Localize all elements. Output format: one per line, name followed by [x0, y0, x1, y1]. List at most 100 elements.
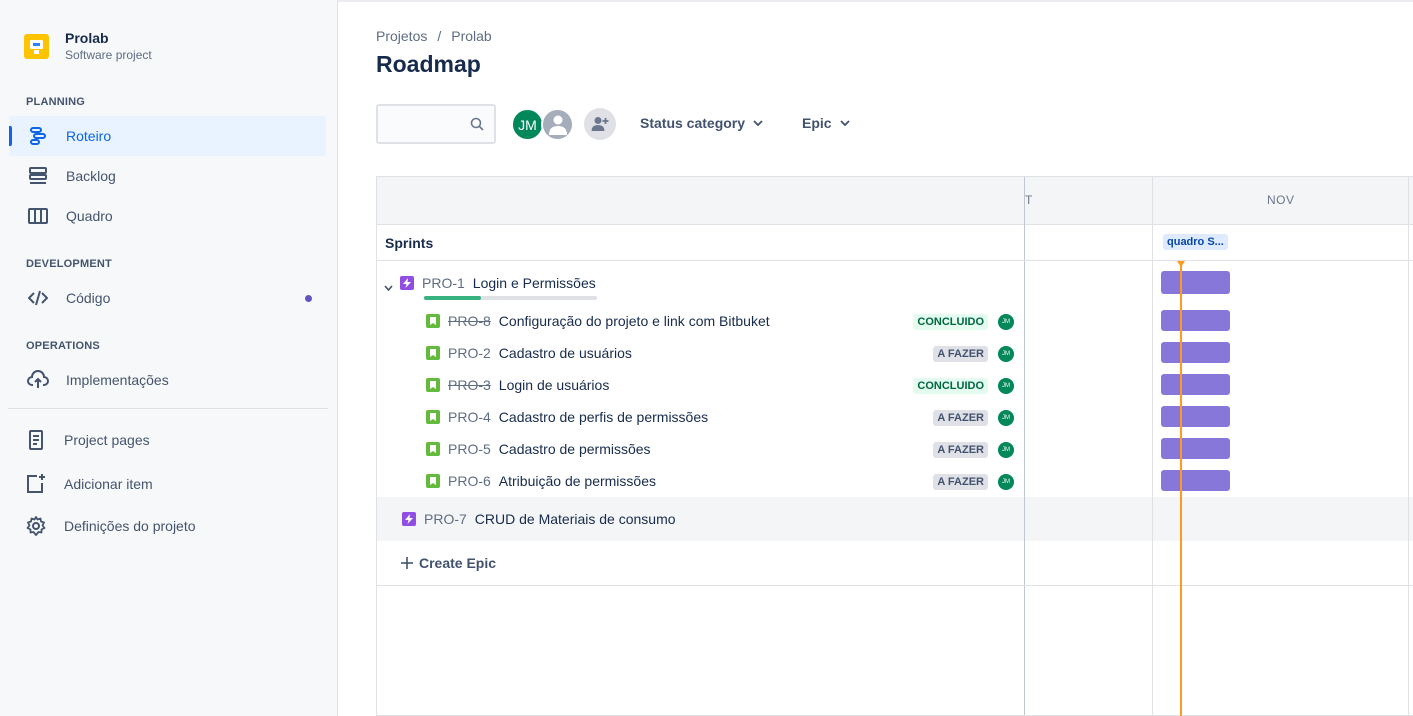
gear-icon — [25, 515, 47, 537]
today-marker-line — [1180, 261, 1182, 716]
issue-summary: Login de usuários — [498, 377, 610, 393]
section-operations: OPERATIONS — [26, 340, 100, 352]
issue-row-pro-8[interactable]: PRO-8 Configuração do projeto e link com… — [377, 305, 1024, 337]
story-icon — [426, 474, 440, 488]
timeline-bar-pro-5[interactable] — [1161, 438, 1230, 459]
issue-key: PRO-2 — [448, 345, 491, 361]
issue-summary: CRUD de Materiais de consumo — [474, 511, 676, 527]
sprint-chip[interactable]: quadro S... — [1163, 234, 1228, 250]
epic-progress-fill — [424, 296, 482, 300]
issue-row-pro-4[interactable]: PRO-4 Cadastro de perfis de permissões A… — [377, 401, 1024, 433]
sidebar-item-definicoes[interactable]: Definições do projeto — [9, 506, 326, 546]
sidebar-divider — [8, 408, 328, 409]
sidebar-item-implementacoes[interactable]: Implementações — [9, 360, 326, 400]
sidebar-item-label: Adicionar item — [64, 476, 153, 492]
sprints-row: Sprints quadro S... — [377, 225, 1413, 261]
create-epic-row: Create Epic — [377, 541, 1413, 586]
breadcrumb: Projetos / Prolab — [376, 28, 492, 44]
assignee-avatar: JM — [998, 346, 1014, 362]
epic-row-pro-7[interactable]: PRO-7 CRUD de Materiais de consumo — [377, 503, 1024, 535]
sidebar-item-label: Implementações — [66, 372, 169, 388]
timeline-bar-pro-1[interactable] — [1161, 271, 1230, 294]
assignee-avatar: JM — [998, 314, 1014, 330]
search-icon — [470, 117, 484, 136]
sidebar-item-backlog[interactable]: Backlog — [9, 156, 326, 196]
user-icon — [548, 115, 567, 135]
story-icon — [426, 410, 440, 424]
epic-filter[interactable]: Epic — [802, 115, 850, 131]
sidebar: Prolab Software project PLANNING Roteiro… — [0, 0, 338, 716]
sidebar-item-label: Project pages — [64, 432, 150, 448]
assignee-avatar: JM — [998, 474, 1014, 490]
story-icon — [426, 346, 440, 360]
filter-label: Status category — [640, 115, 746, 131]
status-badge: CONCLUIDO — [913, 378, 988, 394]
add-people-button[interactable] — [584, 108, 616, 140]
roadmap-icon — [27, 125, 49, 147]
sidebar-item-roteiro[interactable]: Roteiro — [9, 116, 326, 156]
filter-label: Epic — [802, 115, 832, 131]
section-planning: PLANNING — [26, 96, 86, 108]
issue-summary: Configuração do projeto e link com Bitbu… — [498, 313, 770, 329]
status-category-filter[interactable]: Status category — [640, 115, 763, 131]
project-type: Software project — [65, 48, 152, 62]
assignee-avatar: JM — [998, 378, 1014, 394]
status-badge: CONCLUIDO — [913, 314, 988, 330]
board-icon — [27, 205, 49, 227]
sidebar-item-project-pages[interactable]: Project pages — [9, 420, 326, 460]
assignee-avatar: JM — [998, 410, 1014, 426]
status-badge: A FAZER — [933, 346, 988, 362]
search-input[interactable] — [376, 104, 496, 144]
timeline-bar-pro-3[interactable] — [1161, 374, 1230, 395]
create-epic-button[interactable]: Create Epic — [401, 555, 496, 571]
today-marker-icon — [1177, 261, 1185, 267]
issue-row-pro-3[interactable]: PRO-3 Login de usuários CONCLUIDO JM — [377, 369, 1024, 401]
sidebar-item-codigo[interactable]: Código — [9, 278, 326, 318]
add-item-icon — [25, 473, 47, 495]
section-development: DEVELOPMENT — [26, 258, 112, 270]
sidebar-item-adicionar-item[interactable]: Adicionar item — [9, 464, 326, 504]
story-icon — [426, 442, 440, 456]
chevron-down-icon[interactable] — [384, 278, 393, 294]
avatar-jm[interactable]: JM — [511, 108, 544, 141]
epic-row-pro-1[interactable]: PRO-1 Login e Permissões — [377, 267, 1024, 299]
issue-row-pro-2[interactable]: PRO-2 Cadastro de usuários A FAZER JM — [377, 337, 1024, 369]
issue-summary: Cadastro de permissões — [498, 441, 651, 457]
month-label: T — [1025, 193, 1033, 207]
timeline-header: T NOV — [377, 177, 1413, 225]
timeline-bar-pro-6[interactable] — [1161, 470, 1230, 491]
create-epic-label: Create Epic — [419, 555, 497, 571]
issue-key: PRO-4 — [448, 409, 491, 425]
avatar-unassigned[interactable] — [541, 108, 574, 141]
cloud-upload-icon — [27, 369, 49, 391]
epic-icon — [400, 276, 414, 290]
status-badge: A FAZER — [933, 442, 988, 458]
sidebar-item-label: Backlog — [66, 168, 116, 184]
timeline-bar-pro-8[interactable] — [1161, 310, 1230, 331]
breadcrumb-projetos[interactable]: Projetos — [376, 28, 427, 44]
issue-key: PRO-3 — [448, 377, 491, 393]
status-badge: A FAZER — [933, 410, 988, 426]
page-icon — [25, 429, 47, 451]
epic-progress-bar — [424, 296, 597, 300]
chevron-down-icon — [839, 120, 850, 126]
timeline-bar-pro-4[interactable] — [1161, 406, 1230, 427]
issue-row-pro-6[interactable]: PRO-6 Atribuição de permissões A FAZER J… — [377, 465, 1024, 497]
roadmap-timeline: T NOV Sprints quadro S... PRO-1 Login e … — [376, 176, 1413, 716]
add-person-icon — [591, 117, 609, 131]
story-icon — [426, 314, 440, 328]
breadcrumb-separator: / — [437, 28, 442, 44]
issue-key: PRO-7 — [424, 511, 467, 527]
sidebar-item-quadro[interactable]: Quadro — [9, 196, 326, 236]
project-logo-icon — [24, 34, 49, 59]
timeline-bar-pro-2[interactable] — [1161, 342, 1230, 363]
project-header[interactable]: Prolab Software project — [24, 30, 152, 63]
issue-key: PRO-8 — [448, 313, 491, 329]
backlog-icon — [27, 165, 49, 187]
breadcrumb-prolab[interactable]: Prolab — [451, 28, 491, 44]
issue-row-pro-5[interactable]: PRO-5 Cadastro de permissões A FAZER JM — [377, 433, 1024, 465]
issue-key: PRO-5 — [448, 441, 491, 457]
sidebar-item-label: Definições do projeto — [64, 518, 196, 534]
status-badge: A FAZER — [933, 474, 988, 490]
issue-key: PRO-6 — [448, 473, 491, 489]
